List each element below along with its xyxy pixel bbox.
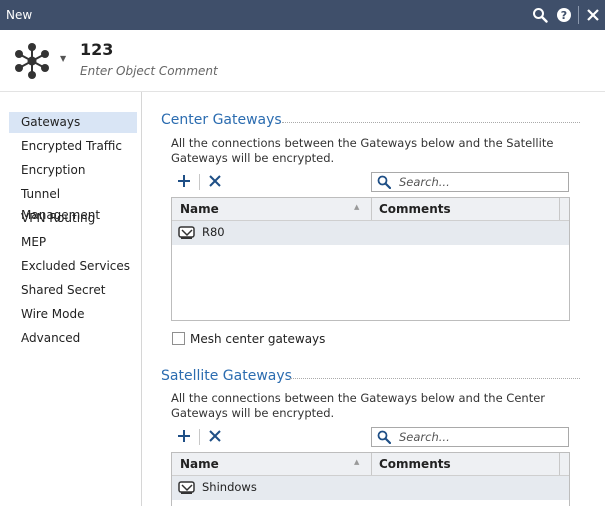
section-divider xyxy=(282,122,580,123)
remove-icon xyxy=(209,429,221,445)
column-header-name[interactable]: Name xyxy=(180,453,219,475)
search-icon xyxy=(377,175,392,190)
column-divider[interactable] xyxy=(371,198,372,220)
object-name[interactable]: 123 xyxy=(80,40,113,59)
column-header-name[interactable]: Name xyxy=(180,198,219,220)
remove-center-gateway-button[interactable] xyxy=(206,173,224,191)
sort-arrow-icon[interactable]: ▲ xyxy=(354,458,359,466)
section-divider xyxy=(290,378,580,379)
sidebar: Gateways Encrypted Traffic Encryption Tu… xyxy=(0,92,142,506)
plus-icon xyxy=(177,174,191,191)
table-row[interactable]: R80 xyxy=(172,221,569,245)
main-panel: Center Gateways All the connections betw… xyxy=(142,92,605,506)
column-divider[interactable] xyxy=(559,453,560,475)
satellite-search-input[interactable]: Search... xyxy=(371,427,569,447)
column-header-comments[interactable]: Comments xyxy=(379,453,451,475)
gateway-name: Shindows xyxy=(202,480,257,494)
sidebar-item-wire-mode[interactable]: Wire Mode xyxy=(9,304,137,325)
help-icon[interactable]: ? xyxy=(554,5,574,25)
satellite-gateways-table: Name ▲ Comments Shindows xyxy=(171,452,570,506)
center-gateways-table: Name ▲ Comments R80 xyxy=(171,197,570,321)
svg-text:?: ? xyxy=(561,9,567,22)
object-menu-caret-icon[interactable]: ▼ xyxy=(60,54,66,63)
window-title: New xyxy=(6,8,33,22)
sidebar-item-shared-secret[interactable]: Shared Secret xyxy=(9,280,137,301)
center-gateways-title: Center Gateways xyxy=(161,112,282,128)
table-header: Name ▲ Comments xyxy=(172,198,569,221)
mesh-center-gateways-checkbox[interactable] xyxy=(172,332,185,345)
remove-icon xyxy=(209,174,221,190)
window-titlebar: New ? xyxy=(0,0,605,30)
center-gateways-description: All the connections between the Gateways… xyxy=(171,136,554,165)
sidebar-item-advanced[interactable]: Advanced xyxy=(9,328,137,349)
toolbar-divider xyxy=(199,429,200,445)
search-icon xyxy=(377,430,392,445)
sidebar-item-excluded-services[interactable]: Excluded Services xyxy=(9,256,137,277)
sidebar-item-encryption[interactable]: Encryption xyxy=(9,160,137,181)
column-header-comments[interactable]: Comments xyxy=(379,198,451,220)
search-placeholder: Search... xyxy=(399,175,450,189)
table-header: Name ▲ Comments xyxy=(172,453,569,476)
toolbar-divider xyxy=(199,174,200,190)
gateway-name: R80 xyxy=(202,225,225,239)
satellite-gateways-title: Satellite Gateways xyxy=(161,368,292,384)
sidebar-item-gateways[interactable]: Gateways xyxy=(9,112,137,133)
table-row[interactable]: Shindows xyxy=(172,476,569,500)
sidebar-item-tunnel-management[interactable]: Tunnel Management xyxy=(9,184,137,222)
object-comment-field[interactable]: Enter Object Comment xyxy=(80,64,218,78)
add-satellite-gateway-button[interactable] xyxy=(175,428,193,446)
sidebar-item-mep[interactable]: MEP xyxy=(9,232,137,253)
satellite-gateways-description: All the connections between the Gateways… xyxy=(171,391,546,420)
plus-icon xyxy=(177,429,191,446)
object-header: ▼ 123 Enter Object Comment xyxy=(0,30,605,92)
sidebar-item-encrypted-traffic[interactable]: Encrypted Traffic xyxy=(9,136,137,157)
sidebar-item-vpn-routing[interactable]: VPN Routing xyxy=(9,208,137,229)
add-center-gateway-button[interactable] xyxy=(175,173,193,191)
gateway-icon xyxy=(178,226,196,240)
column-divider[interactable] xyxy=(371,453,372,475)
gateway-icon xyxy=(178,481,196,495)
search-icon[interactable] xyxy=(530,5,550,25)
search-placeholder: Search... xyxy=(399,430,450,444)
vpn-community-icon[interactable] xyxy=(12,41,52,81)
center-search-input[interactable]: Search... xyxy=(371,172,569,192)
column-divider[interactable] xyxy=(559,198,560,220)
sort-arrow-icon[interactable]: ▲ xyxy=(354,203,359,211)
mesh-center-gateways-label[interactable]: Mesh center gateways xyxy=(190,332,325,346)
close-icon[interactable] xyxy=(583,5,603,25)
titlebar-divider xyxy=(578,6,579,24)
remove-satellite-gateway-button[interactable] xyxy=(206,428,224,446)
